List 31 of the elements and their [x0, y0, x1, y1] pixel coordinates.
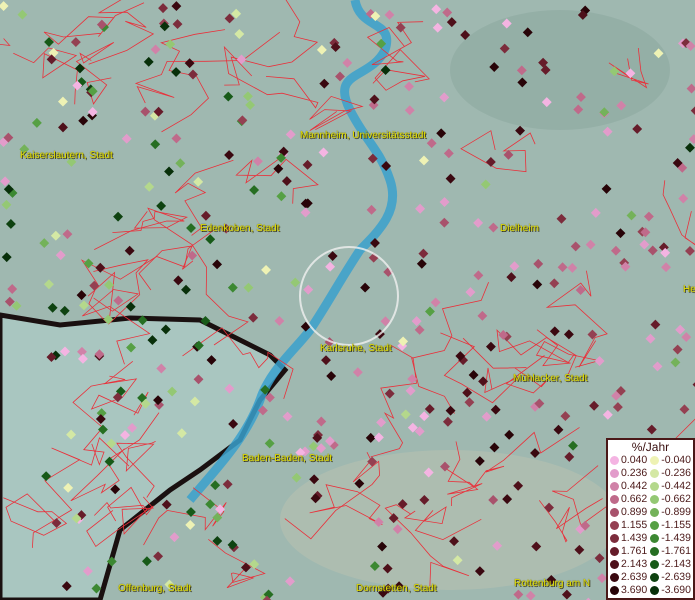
place-label: Kaiserslautern, Stadt	[20, 150, 113, 161]
place-label: He	[683, 284, 695, 295]
legend-value: -1.761	[661, 545, 691, 558]
place-label: Karlsruhe, Stadt	[320, 343, 392, 354]
legend-value: 3.690	[620, 584, 648, 597]
legend-value: -2.639	[661, 571, 691, 584]
legend-title: %/Jahr	[630, 441, 670, 454]
legend-value: -0.662	[661, 493, 691, 506]
legend-value: -0.899	[661, 506, 691, 519]
legend-value: -0.236	[661, 467, 691, 480]
place-label: Dielheim	[500, 223, 539, 234]
place-label: Offenburg, Stadt	[118, 583, 192, 594]
legend-value: 0.442	[620, 480, 648, 493]
place-label: Mannheim, Universitätsstadt	[300, 130, 426, 141]
legend-value: 0.899	[620, 506, 648, 519]
legend-value: 1.155	[620, 519, 648, 532]
legend-value: -0.040	[661, 454, 691, 467]
legend-value: -0.442	[661, 480, 691, 493]
legend-value: 1.439	[620, 532, 648, 545]
legend-value: -1.155	[661, 519, 691, 532]
legend-value: 2.639	[620, 571, 648, 584]
place-label: Baden-Baden, Stadt	[242, 453, 332, 464]
legend-value: 0.236	[620, 467, 648, 480]
legend-value: -3.690	[661, 584, 691, 597]
legend-value: -1.439	[661, 532, 691, 545]
legend-value: 0.662	[620, 493, 648, 506]
legend-value: 0.040	[620, 454, 648, 467]
legend-value: -2.143	[661, 558, 691, 571]
legend-value: 1.761	[620, 545, 648, 558]
legend-value: 2.143	[620, 558, 648, 571]
place-label: Rottenburg am N	[514, 578, 590, 589]
